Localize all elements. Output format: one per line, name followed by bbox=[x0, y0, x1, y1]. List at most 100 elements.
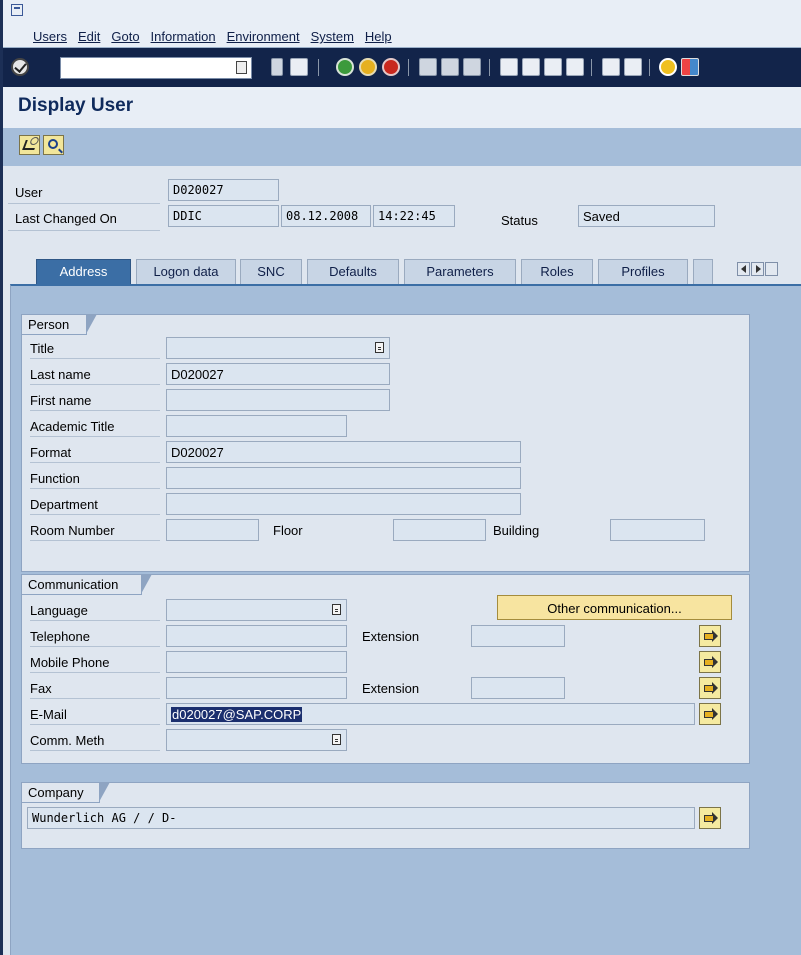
mobile-phone-label: Mobile Phone bbox=[30, 651, 160, 673]
menu-users[interactable]: Users bbox=[33, 29, 67, 44]
menu-list: Users Edit Goto Information Environment … bbox=[33, 29, 403, 44]
title-label: Title bbox=[30, 337, 160, 359]
system-menu-icon[interactable] bbox=[11, 4, 23, 16]
menu-environment[interactable]: Environment bbox=[227, 29, 300, 44]
comm-meth-field[interactable] bbox=[166, 729, 347, 751]
menu-help[interactable]: Help bbox=[365, 29, 392, 44]
help-icon[interactable] bbox=[659, 58, 677, 76]
fax-more-icon[interactable] bbox=[699, 677, 721, 699]
print-icon[interactable] bbox=[419, 58, 437, 76]
menu-information[interactable]: Information bbox=[151, 29, 216, 44]
fax-extension-field[interactable] bbox=[471, 677, 565, 699]
dropdown-icon[interactable] bbox=[332, 734, 341, 745]
mobile-phone-field[interactable] bbox=[166, 651, 347, 673]
department-label: Department bbox=[30, 493, 160, 515]
tab-snc[interactable]: SNC bbox=[240, 259, 302, 284]
function-label: Function bbox=[30, 467, 160, 489]
tab-logon-data[interactable]: Logon data bbox=[136, 259, 236, 284]
academic-title-label: Academic Title bbox=[30, 415, 160, 437]
enter-icon[interactable] bbox=[11, 58, 29, 76]
magnifier-icon bbox=[48, 139, 58, 149]
back-arrow-icon[interactable] bbox=[271, 58, 283, 76]
last-changed-label: Last Changed On bbox=[15, 211, 117, 226]
first-name-label: First name bbox=[30, 389, 160, 411]
last-page-icon[interactable] bbox=[566, 58, 584, 76]
title-bar: Display User bbox=[3, 87, 801, 128]
command-history-dropdown-icon[interactable] bbox=[236, 61, 247, 74]
academic-title-field[interactable] bbox=[166, 415, 347, 437]
company-group-header: Company bbox=[22, 782, 110, 803]
tab-overflow[interactable] bbox=[693, 259, 713, 284]
comm-meth-label: Comm. Meth bbox=[30, 729, 160, 751]
last-name-field[interactable]: D020027 bbox=[166, 363, 390, 385]
communication-group-header: Communication bbox=[22, 574, 152, 595]
toolbar-separator bbox=[591, 59, 592, 76]
divider bbox=[8, 203, 160, 204]
floor-field[interactable] bbox=[393, 519, 486, 541]
extension-field[interactable] bbox=[471, 625, 565, 647]
toolbar-separator bbox=[318, 59, 319, 76]
find-icon[interactable] bbox=[441, 58, 459, 76]
format-field[interactable]: D020027 bbox=[166, 441, 521, 463]
shortcut-icon[interactable] bbox=[624, 58, 642, 76]
next-page-icon[interactable] bbox=[544, 58, 562, 76]
room-number-field[interactable] bbox=[166, 519, 259, 541]
application-toolbar bbox=[3, 128, 801, 166]
company-field[interactable]: Wunderlich AG / / D- bbox=[27, 807, 695, 829]
last-changed-time-field[interactable]: 14:22:45 bbox=[373, 205, 455, 227]
dropdown-icon[interactable] bbox=[375, 342, 384, 353]
language-field[interactable] bbox=[166, 599, 347, 621]
company-more-icon[interactable] bbox=[699, 807, 721, 829]
create-session-icon[interactable] bbox=[602, 58, 620, 76]
save-icon[interactable] bbox=[290, 58, 308, 76]
last-name-label: Last name bbox=[30, 363, 160, 385]
last-changed-by-field[interactable]: DDIC bbox=[168, 205, 279, 227]
telephone-more-icon[interactable] bbox=[699, 625, 721, 647]
previous-page-icon[interactable] bbox=[522, 58, 540, 76]
back-icon[interactable] bbox=[336, 58, 354, 76]
tab-parameters[interactable]: Parameters bbox=[404, 259, 516, 284]
mobile-more-icon[interactable] bbox=[699, 651, 721, 673]
function-field[interactable] bbox=[166, 467, 521, 489]
building-field[interactable] bbox=[610, 519, 705, 541]
tab-list-icon[interactable] bbox=[765, 262, 778, 276]
tab-address[interactable]: Address bbox=[36, 259, 131, 284]
menu-goto[interactable]: Goto bbox=[111, 29, 139, 44]
cancel-icon[interactable] bbox=[382, 58, 400, 76]
tab-profiles[interactable]: Profiles bbox=[598, 259, 688, 284]
email-more-icon[interactable] bbox=[699, 703, 721, 725]
status-field[interactable]: Saved bbox=[578, 205, 715, 227]
other-communication-button[interactable]: Other communication... bbox=[497, 595, 732, 620]
first-name-field[interactable] bbox=[166, 389, 390, 411]
floor-label: Floor bbox=[273, 523, 303, 538]
last-changed-date-field[interactable]: 08.12.2008 bbox=[281, 205, 371, 227]
department-field[interactable] bbox=[166, 493, 521, 515]
command-field[interactable] bbox=[60, 57, 252, 79]
format-label: Format bbox=[30, 441, 160, 463]
menu-bar: Users Edit Goto Information Environment … bbox=[3, 0, 801, 48]
search-button[interactable] bbox=[43, 135, 64, 155]
menu-edit[interactable]: Edit bbox=[78, 29, 100, 44]
menu-system[interactable]: System bbox=[311, 29, 354, 44]
customize-layout-icon[interactable] bbox=[681, 58, 699, 76]
tab-scroll-left-icon[interactable] bbox=[737, 262, 750, 276]
toolbar-separator bbox=[408, 59, 409, 76]
room-number-label: Room Number bbox=[30, 519, 160, 541]
email-value: d020027@SAP.CORP bbox=[171, 707, 303, 722]
fax-field[interactable] bbox=[166, 677, 347, 699]
title-field[interactable] bbox=[166, 337, 390, 359]
other-user-button[interactable] bbox=[19, 135, 40, 155]
tab-defaults[interactable]: Defaults bbox=[307, 259, 399, 284]
find-next-icon[interactable] bbox=[463, 58, 481, 76]
exit-icon[interactable] bbox=[359, 58, 377, 76]
person-group: Person Title Last name D020027 First nam… bbox=[21, 314, 750, 572]
dropdown-icon[interactable] bbox=[332, 604, 341, 615]
tab-scroll-right-icon[interactable] bbox=[751, 262, 764, 276]
status-label: Status bbox=[501, 213, 538, 228]
email-label: E-Mail bbox=[30, 703, 160, 725]
telephone-field[interactable] bbox=[166, 625, 347, 647]
email-field[interactable]: d020027@SAP.CORP bbox=[166, 703, 695, 725]
user-field[interactable]: D020027 bbox=[168, 179, 279, 201]
tab-roles[interactable]: Roles bbox=[521, 259, 593, 284]
first-page-icon[interactable] bbox=[500, 58, 518, 76]
